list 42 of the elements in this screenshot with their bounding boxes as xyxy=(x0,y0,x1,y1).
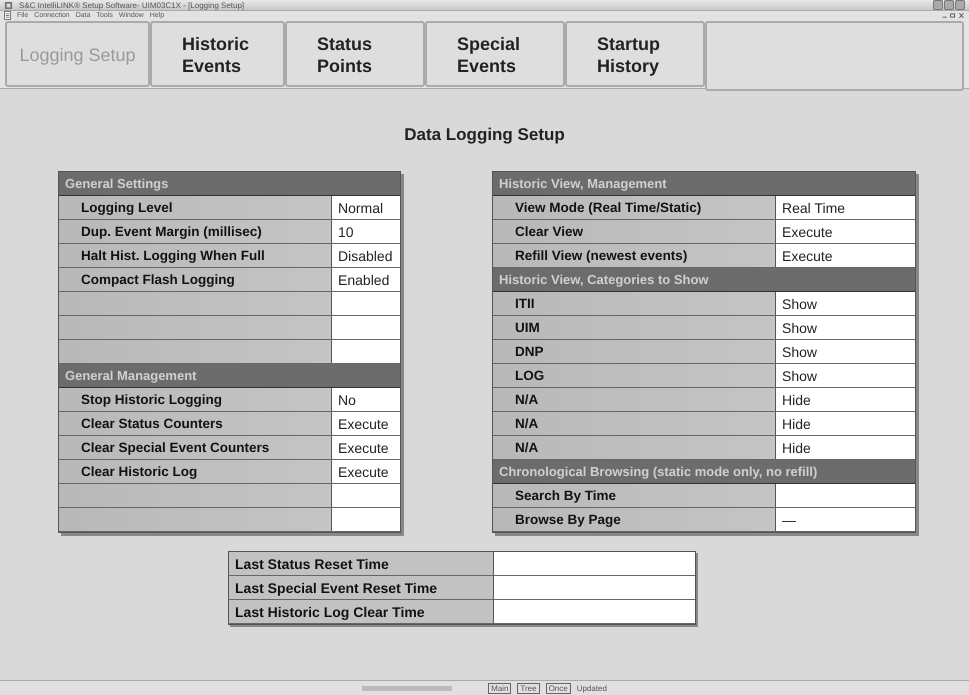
status-item: Updated xyxy=(576,684,607,692)
window-controls-icon[interactable] xyxy=(941,12,965,19)
setting-value[interactable]: Hide xyxy=(776,388,915,411)
setting-value[interactable]: Execute xyxy=(332,412,400,435)
status-item: Once xyxy=(546,682,571,694)
minimize-button[interactable] xyxy=(933,0,943,10)
setting-value[interactable]: Execute xyxy=(776,244,915,267)
setting-value[interactable]: Show xyxy=(776,340,915,363)
setting-value[interactable]: Disabled xyxy=(332,244,400,267)
setting-value[interactable]: Show xyxy=(776,292,915,315)
tab[interactable]: Startup History xyxy=(565,21,705,87)
section-header: Historic View, Categories to Show xyxy=(493,268,915,292)
tab[interactable]: Status Points xyxy=(285,21,425,87)
setting-value[interactable]: Real Time xyxy=(776,196,915,219)
setting-value[interactable]: 10 xyxy=(332,220,400,243)
setting-value[interactable]: Hide xyxy=(776,436,915,459)
section-header: General Management xyxy=(59,364,400,388)
status-item: Tree xyxy=(517,682,540,694)
page-title: Data Logging Setup xyxy=(403,125,566,145)
setting-value[interactable]: Normal xyxy=(332,196,400,219)
setting-value[interactable]: Execute xyxy=(776,220,915,243)
setting-value[interactable]: — xyxy=(776,508,915,531)
section-header: Historic View, Management xyxy=(493,172,915,196)
tab[interactable]: Historic Events xyxy=(150,21,285,87)
setting-value[interactable]: No xyxy=(332,388,400,411)
tab[interactable]: Special Events xyxy=(425,21,565,87)
setting-value[interactable]: Show xyxy=(776,364,915,387)
close-button[interactable] xyxy=(955,0,965,10)
reset-time-label: Last Status Reset Time xyxy=(229,552,494,575)
reset-time-label: Last Historic Log Clear Time xyxy=(229,600,494,623)
setting-value[interactable]: Execute xyxy=(332,460,400,483)
setting-value[interactable]: Show xyxy=(776,316,915,339)
status-item: Main xyxy=(488,682,512,694)
reset-time-label: Last Special Event Reset Time xyxy=(229,576,494,599)
section-header: Chronological Browsing (static mode only, no refill) xyxy=(493,460,915,484)
window-title: S&C IntelliLINK® Setup Software- UIM03C1X - [Logging Setup] xyxy=(19,0,244,10)
setting-value[interactable]: Enabled xyxy=(332,268,400,291)
setting-value[interactable]: Execute xyxy=(332,436,400,459)
app-icon xyxy=(4,0,13,10)
document-icon[interactable] xyxy=(4,11,11,20)
section-header: General Settings xyxy=(59,172,400,196)
setting-value[interactable]: Hide xyxy=(776,412,915,435)
